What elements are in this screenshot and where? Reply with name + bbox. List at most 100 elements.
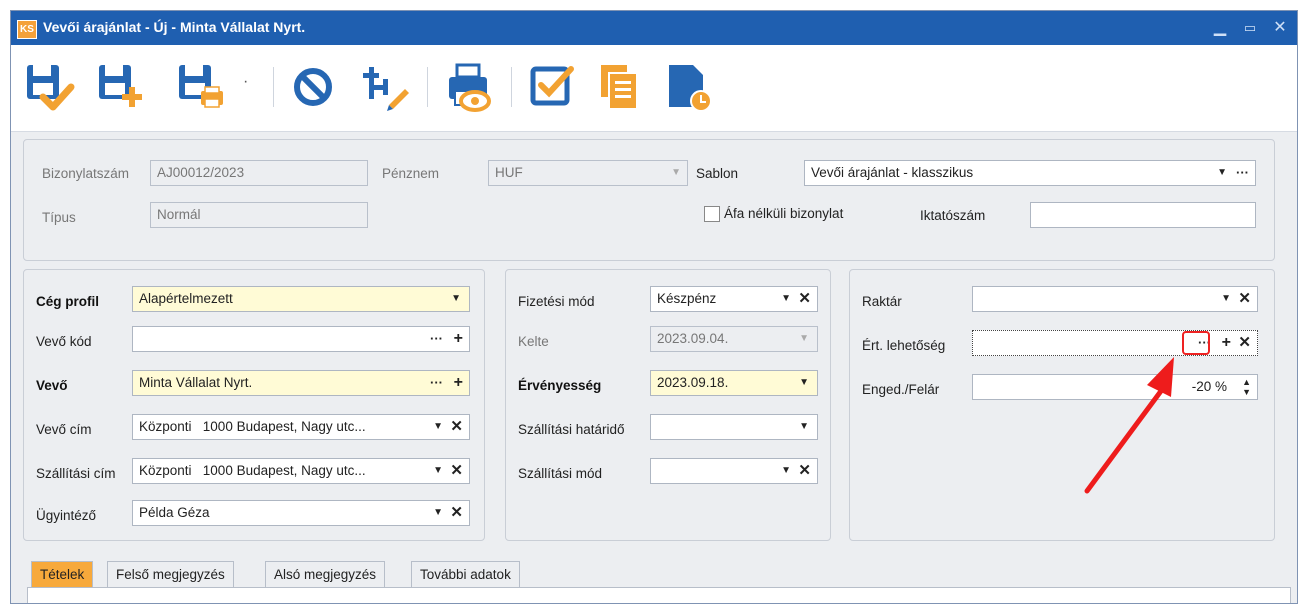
clear-icon[interactable]: ✕ [798,459,811,483]
highlight-box [1182,331,1210,355]
clear-icon[interactable]: ✕ [450,501,463,525]
tab-items[interactable]: Tételek [31,561,94,587]
chevron-down-icon: ▼ [671,167,681,178]
validity-date-select[interactable]: 2023.09.18. ▼ [650,370,818,396]
sales-panel: Raktár ▼ ✕ Ért. lehetőség ··· + ✕ Enged.… [849,269,1275,541]
currency-select: HUF ▼ [488,160,688,186]
close-icon[interactable]: ✕ [1267,17,1293,39]
template-select[interactable]: Vevői árajánlat - klasszikus ▼ ··· [804,160,1256,186]
chevron-down-icon[interactable]: ▼ [781,287,791,311]
cancel-icon [294,68,332,106]
issued-date-field: 2023.09.04. ▼ [650,326,818,352]
chevron-down-icon[interactable]: ▼ [433,415,443,439]
document-header-panel: Bizonylatszám AJ00012/2023 Pénznem HUF ▼… [23,139,1275,261]
clear-icon[interactable]: ✕ [798,287,811,311]
checkbox-edit-icon [530,66,574,106]
chevron-down-icon[interactable]: ▼ [799,371,809,395]
save-confirm-button[interactable] [23,61,75,113]
copy-documents-icon [601,65,638,110]
clear-icon[interactable]: ✕ [450,415,463,439]
maximize-icon[interactable]: ▭ [1237,17,1263,39]
tab-content [27,587,1291,603]
approve-button[interactable] [527,61,579,113]
tab-top-note[interactable]: Felső megjegyzés [107,561,234,587]
window-title: Vevői árajánlat - Új - Minta Vállalat Ny… [43,19,306,35]
opportunity-select[interactable]: ··· + ✕ [972,330,1258,356]
add-icon[interactable]: + [454,371,463,395]
customer-label: Vevő [36,378,68,393]
filing-number-input[interactable] [1030,202,1256,228]
tab-additional-data[interactable]: További adatok [411,561,520,587]
chevron-down-icon[interactable]: ▼ [781,459,791,483]
discount-value: -20 % [1191,379,1227,394]
more-options-icon[interactable]: ··· [1236,161,1249,185]
save-confirm-icon [27,65,75,111]
template-value: Vevői árajánlat - klasszikus [811,165,974,180]
clear-icon[interactable]: ✕ [1238,287,1251,311]
delivery-method-select[interactable]: ▼ ✕ [650,458,818,484]
chevron-down-icon[interactable]: ▼ [433,501,443,525]
chevron-down-icon[interactable]: ▼ [1217,161,1227,185]
document-clock-icon [669,65,712,112]
company-profile-select[interactable]: Alapértelmezett ▼ [132,286,470,312]
add-icon[interactable]: + [454,327,463,351]
payment-method-value: Készpénz [657,291,717,306]
shipping-address-select[interactable]: Központi 1000 Budapest, Nagy utc... ▼ ✕ [132,458,470,484]
title-bar: KS Vevői árajánlat - Új - Minta Vállalat… [11,11,1297,45]
warehouse-label: Raktár [862,294,902,309]
customer-panel: Cég profil Alapértelmezett ▼ Vevő kód ··… [23,269,485,541]
save-new-button[interactable] [95,61,147,113]
cancel-button[interactable] [289,61,341,113]
customer-address-value: Központi 1000 Budapest, Nagy utc... [139,419,366,434]
validity-label: Érvényesség [518,378,602,393]
type-field: Normál [150,202,368,228]
agent-value: Példa Géza [139,505,210,520]
save-print-dropdown-icon[interactable]: · [243,73,248,91]
agent-select[interactable]: Példa Géza ▼ ✕ [132,500,470,526]
chevron-down-icon[interactable]: ▼ [1221,287,1231,311]
app-window: KS Vevői árajánlat - Új - Minta Vállalat… [10,10,1298,604]
warehouse-select[interactable]: ▼ ✕ [972,286,1258,312]
tree-edit-button[interactable] [359,61,411,113]
toolbar-divider [427,67,428,107]
company-profile-label: Cég profil [36,294,99,309]
tab-strip: Tételek Felső megjegyzés Alsó megjegyzés… [11,561,1297,603]
tree-edit-icon [363,67,409,111]
print-preview-button[interactable] [443,61,495,113]
chevron-down-icon[interactable]: ▼ [433,459,443,483]
chevron-down-icon: ▼ [799,333,809,344]
customer-code-input[interactable]: ··· + [132,326,470,352]
shipping-address-value: Központi 1000 Budapest, Nagy utc... [139,463,366,478]
chevron-down-icon[interactable]: ▼ [799,415,809,439]
vat-free-checkbox[interactable] [704,206,720,222]
discount-spinner[interactable]: -20 % ▲ ▼ [972,374,1258,400]
template-label: Sablon [696,166,739,181]
doc-number-field: AJ00012/2023 [150,160,368,186]
minimize-icon[interactable]: ▁ [1207,17,1233,39]
clear-icon[interactable]: ✕ [1238,331,1251,355]
delivery-deadline-select[interactable]: ▼ [650,414,818,440]
agent-label: Ügyintéző [36,508,97,523]
more-options-icon[interactable]: ··· [430,327,443,351]
more-options-icon[interactable]: ··· [430,371,443,395]
customer-address-label: Vevő cím [36,422,92,437]
add-icon[interactable]: + [1222,331,1231,355]
delivery-deadline-label: Szállítási határidő [518,422,625,437]
validity-date-value: 2023.09.18. [657,375,729,390]
copy-button[interactable] [593,61,645,113]
customer-select[interactable]: Minta Vállalat Nyrt. ··· + [132,370,470,396]
spin-down-icon[interactable]: ▼ [1242,380,1251,399]
filing-number-label: Iktatószám [920,208,986,223]
customer-address-select[interactable]: Központi 1000 Budapest, Nagy utc... ▼ ✕ [132,414,470,440]
tab-bottom-note[interactable]: Alsó megjegyzés [265,561,386,587]
save-print-button[interactable] [175,61,227,113]
payment-method-select[interactable]: Készpénz ▼ ✕ [650,286,818,312]
toolbar: · [11,45,1297,132]
chevron-down-icon[interactable]: ▼ [451,287,461,311]
document-schedule-button[interactable] [661,61,713,113]
company-profile-value: Alapértelmezett [139,291,233,306]
type-label: Típus [42,210,76,225]
shipping-address-label: Szállítási cím [36,466,116,481]
payment-panel: Fizetési mód Készpénz ▼ ✕ Kelte 2023.09.… [505,269,831,541]
clear-icon[interactable]: ✕ [450,459,463,483]
